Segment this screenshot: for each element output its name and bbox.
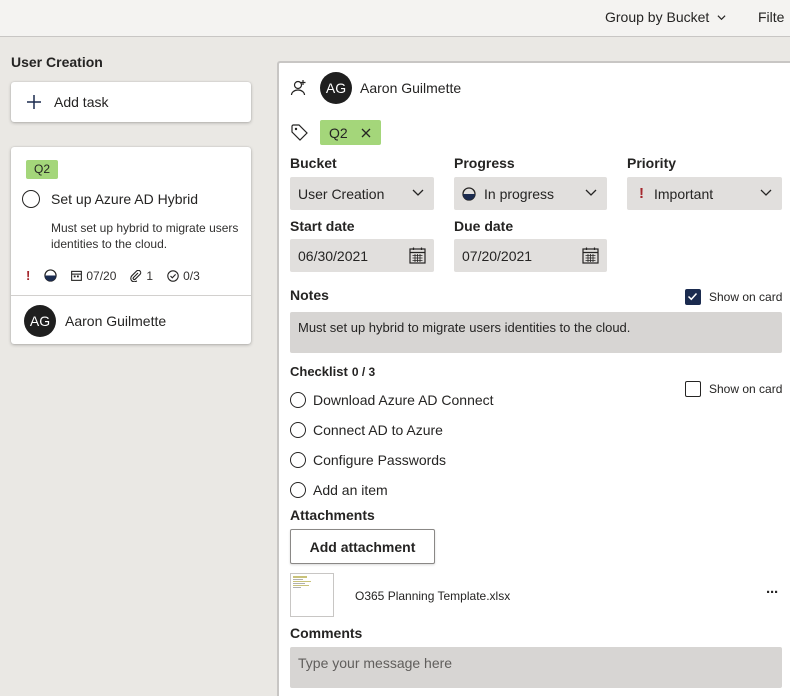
calendar-icon — [71, 270, 83, 281]
important-priority-icon: ! — [26, 268, 31, 283]
avatar: AG — [24, 305, 56, 337]
task-label-chip: Q2 — [26, 160, 59, 179]
bucket-dropdown[interactable]: User Creation — [290, 177, 434, 210]
detail-avatar[interactable]: AG — [320, 72, 352, 104]
notes-show-on-card-checkbox[interactable] — [685, 289, 701, 305]
chevron-down-icon — [585, 189, 597, 196]
add-item-circle — [290, 482, 306, 498]
more-options-icon[interactable]: ··· — [766, 584, 779, 601]
progress-dropdown[interactable]: In progress — [454, 177, 607, 210]
bucket-value: User Creation — [298, 185, 385, 202]
checklist-item[interactable]: Configure Passwords — [290, 452, 446, 468]
assign-person-icon[interactable] — [290, 79, 308, 97]
notes-textarea[interactable]: Must set up hybrid to migrate users iden… — [290, 312, 782, 353]
progress-value: In progress — [484, 185, 555, 202]
checklist-item-circle[interactable] — [290, 422, 306, 438]
task-meta-row: ! 07/20 1 0/3 — [26, 268, 214, 283]
spreadsheet-thumbnail-icon — [293, 576, 311, 588]
detail-label-chip: Q2 — [320, 120, 381, 145]
task-checklist-progress: 0/3 — [183, 268, 200, 283]
in-progress-icon — [44, 269, 58, 282]
attachment-thumbnail[interactable] — [290, 573, 334, 617]
start-date-field[interactable]: 06/30/2021 — [290, 239, 434, 272]
assignee-name: Aaron Guilmette — [65, 313, 167, 329]
comments-label: Comments — [290, 625, 363, 641]
task-due-date: 07/20 — [86, 268, 117, 283]
calendar-icon[interactable] — [582, 247, 599, 264]
priority-dropdown[interactable]: ! Important — [627, 177, 782, 210]
due-date-value: 07/20/2021 — [462, 247, 533, 264]
notes-label: Notes — [290, 287, 329, 303]
notes-show-on-card-label: Show on card — [709, 290, 783, 304]
tag-icon[interactable] — [291, 124, 308, 141]
detail-assignee-name: Aaron Guilmette — [360, 80, 462, 96]
close-icon[interactable] — [361, 128, 371, 138]
important-priority-icon: ! — [639, 185, 644, 202]
priority-field-label: Priority — [627, 155, 677, 171]
start-date-value: 06/30/2021 — [298, 247, 369, 264]
progress-field-label: Progress — [454, 155, 515, 171]
task-attachment-count: 1 — [146, 268, 154, 283]
checklist-icon — [167, 269, 179, 282]
checklist-label: Checklist — [290, 364, 348, 379]
in-progress-icon — [462, 186, 476, 201]
top-toolbar: Group by Bucket Filte — [0, 0, 790, 37]
bucket-title: User Creation — [11, 54, 103, 70]
chevron-down-icon — [717, 14, 726, 20]
filter-button[interactable]: Filte — [758, 9, 784, 25]
card-divider — [11, 295, 251, 296]
chevron-down-icon — [760, 189, 772, 196]
group-by-label: Group by Bucket — [605, 9, 710, 25]
checklist-item-circle[interactable] — [290, 392, 306, 408]
checklist-item-text[interactable]: Download Azure AD Connect — [313, 392, 494, 408]
complete-task-circle[interactable] — [22, 190, 40, 208]
bucket-field-label: Bucket — [290, 155, 337, 171]
start-date-label: Start date — [290, 218, 355, 234]
checklist-item-text[interactable]: Connect AD to Azure — [313, 422, 443, 438]
chevron-down-icon — [412, 189, 424, 196]
checklist-show-on-card[interactable]: Show on card — [685, 381, 782, 397]
checklist-show-on-card-label: Show on card — [709, 382, 783, 396]
add-attachment-button[interactable]: Add attachment — [290, 529, 435, 564]
comment-input[interactable]: Type your message here — [290, 647, 782, 688]
add-item-placeholder[interactable]: Add an item — [313, 482, 388, 498]
checklist-show-on-card-checkbox[interactable] — [685, 381, 701, 397]
due-date-label: Due date — [454, 218, 514, 234]
add-task-label: Add task — [54, 94, 109, 110]
group-by-dropdown[interactable]: Group by Bucket — [605, 9, 726, 25]
detail-label-text: Q2 — [329, 124, 348, 141]
task-detail-pane: AG Aaron Guilmette Q2 Bucket Progress Pr… — [277, 61, 790, 696]
add-task-button[interactable]: Add task — [11, 82, 251, 122]
paperclip-icon — [130, 269, 142, 282]
plus-icon — [27, 95, 41, 109]
checklist-item[interactable]: Download Azure AD Connect — [290, 392, 494, 408]
attachments-label: Attachments — [290, 507, 375, 523]
checklist-count: 0 / 3 — [351, 365, 376, 379]
attachment-name[interactable]: O365 Planning Template.xlsx — [355, 589, 510, 603]
add-checklist-item[interactable]: Add an item — [290, 482, 388, 498]
calendar-icon[interactable] — [409, 247, 426, 264]
checklist-header: Checklist 0 / 3 — [290, 364, 375, 379]
checklist-item[interactable]: Connect AD to Azure — [290, 422, 443, 438]
checkmark-icon — [687, 292, 698, 301]
notes-show-on-card[interactable]: Show on card — [685, 289, 782, 305]
task-title: Set up Azure AD Hybrid — [51, 191, 199, 207]
checklist-item-circle[interactable] — [290, 452, 306, 468]
priority-value: Important — [654, 185, 714, 202]
checklist-item-text[interactable]: Configure Passwords — [313, 452, 446, 468]
due-date-field[interactable]: 07/20/2021 — [454, 239, 607, 272]
task-notes-preview: Must set up hybrid to migrate users iden… — [51, 221, 239, 251]
task-card[interactable]: Q2 Set up Azure AD Hybrid Must set up hy… — [11, 147, 251, 344]
